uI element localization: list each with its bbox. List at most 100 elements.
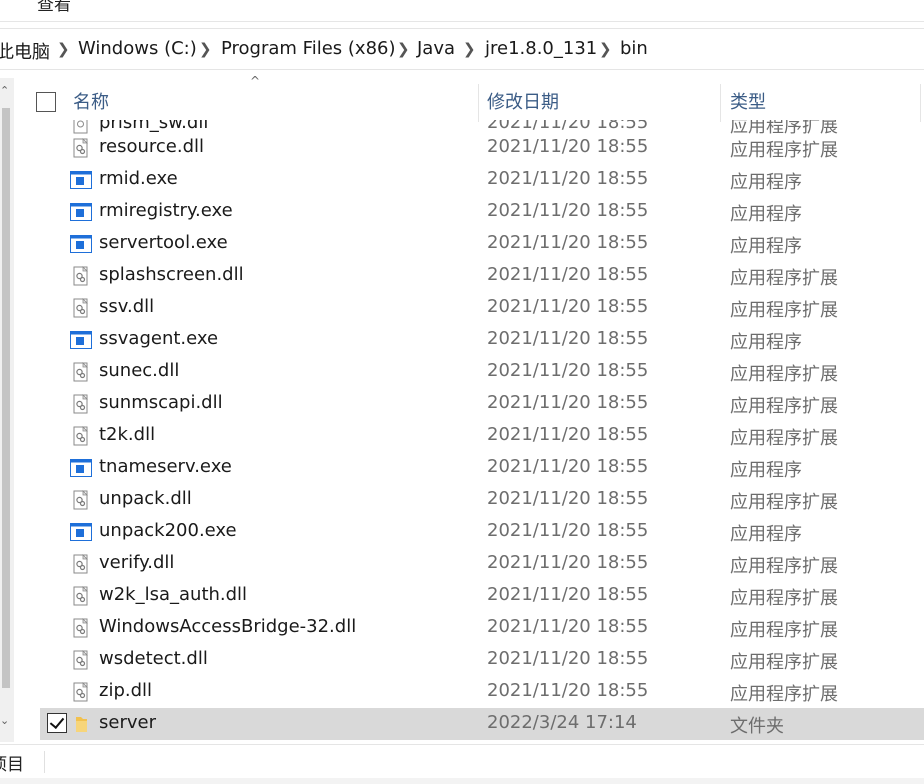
file-name: ssvagent.exe [99, 328, 219, 349]
breadcrumb-item-this-pc[interactable]: 此电脑 [0, 38, 50, 64]
file-type: 应用程序扩展 [730, 492, 838, 513]
list-item[interactable]: WindowsAccessBridge-32.dll 2021/11/20 18:… [40, 612, 924, 644]
file-list: prism_sw.dll 2021/11/20 18:55 应用程序扩展 res… [0, 120, 924, 744]
list-item[interactable]: resource.dll 2021/11/20 18:55 应用程序扩展 [40, 132, 924, 164]
dll-icon [73, 266, 88, 286]
list-item[interactable]: zip.dll 2021/11/20 18:55 应用程序扩展 [40, 676, 924, 708]
file-date: 2021/11/20 18:55 [487, 168, 649, 189]
ribbon: 查看 [0, 0, 924, 22]
list-item[interactable]: sunec.dll 2021/11/20 18:55 应用程序扩展 [40, 356, 924, 388]
file-name: servertool.exe [99, 232, 228, 253]
file-type: 应用程序扩展 [730, 300, 838, 321]
list-item[interactable]: unpack200.exe 2021/11/20 18:55 应用程序 [40, 516, 924, 548]
column-divider[interactable] [920, 84, 921, 122]
exe-icon [70, 523, 92, 541]
file-date: 2021/11/20 18:55 [487, 680, 649, 701]
file-name: splashscreen.dll [99, 264, 244, 285]
dll-icon [73, 554, 88, 574]
breadcrumb-item-java[interactable]: Java [417, 38, 455, 59]
file-type: 应用程序扩展 [730, 396, 838, 417]
file-date: 2021/11/20 18:55 [487, 296, 649, 317]
file-type: 应用程序扩展 [730, 556, 838, 577]
file-type: 应用程序 [730, 524, 802, 545]
file-type: 应用程序 [730, 172, 802, 193]
file-type: 应用程序 [730, 236, 802, 257]
chevron-right-icon[interactable]: ❯ [463, 40, 476, 58]
exe-icon [70, 235, 92, 253]
column-header-name[interactable]: 名称 [73, 88, 109, 114]
file-type: 应用程序扩展 [730, 588, 838, 609]
file-date: 2021/11/20 18:55 [487, 520, 649, 541]
dll-icon [73, 650, 88, 670]
exe-icon [70, 203, 92, 221]
file-name: sunec.dll [99, 360, 180, 381]
file-date: 2021/11/20 18:55 [487, 424, 649, 445]
list-item[interactable]: server 2022/3/24 17:14 文件夹 [40, 708, 924, 740]
file-name: ssv.dll [99, 296, 155, 317]
column-header-date[interactable]: 修改日期 [487, 88, 559, 114]
list-item[interactable]: verify.dll 2021/11/20 18:55 应用程序扩展 [40, 548, 924, 580]
list-item[interactable]: ssv.dll 2021/11/20 18:55 应用程序扩展 [40, 292, 924, 324]
breadcrumb-item-drive-c[interactable]: Windows (C:) [78, 38, 197, 59]
list-item[interactable]: servertool.exe 2021/11/20 18:55 应用程序 [40, 228, 924, 260]
dll-icon [73, 138, 88, 158]
file-name: wsdetect.dll [99, 648, 208, 669]
select-all-checkbox[interactable] [36, 92, 56, 112]
file-date: 2021/11/20 18:55 [487, 136, 649, 157]
row-checkbox[interactable] [47, 713, 67, 733]
chevron-right-icon[interactable]: ❯ [199, 40, 212, 58]
dll-icon [73, 298, 88, 318]
list-item[interactable]: rmiregistry.exe 2021/11/20 18:55 应用程序 [40, 196, 924, 228]
status-bar: 项目 [0, 744, 924, 778]
file-name: unpack.dll [99, 488, 192, 509]
list-item[interactable]: ssvagent.exe 2021/11/20 18:55 应用程序 [40, 324, 924, 356]
list-item[interactable]: rmid.exe 2021/11/20 18:55 应用程序 [40, 164, 924, 196]
column-divider[interactable] [720, 84, 721, 122]
sort-ascending-icon: ^ [250, 74, 261, 88]
breadcrumb-item-program-files[interactable]: Program Files (x86) [221, 38, 396, 59]
chevron-right-icon[interactable]: ❯ [397, 40, 410, 58]
file-date: 2021/11/20 18:55 [487, 200, 649, 221]
file-type: 应用程序 [730, 460, 802, 481]
file-type: 文件夹 [730, 716, 784, 737]
list-item[interactable]: tnameserv.exe 2021/11/20 18:55 应用程序 [40, 452, 924, 484]
list-item[interactable]: sunmscapi.dll 2021/11/20 18:55 应用程序扩展 [40, 388, 924, 420]
breadcrumb-item-bin[interactable]: bin [620, 38, 648, 59]
column-header: ^ 名称 修改日期 类型 [14, 74, 924, 122]
file-date: 2021/11/20 18:55 [487, 648, 649, 669]
file-name: tnameserv.exe [99, 456, 232, 477]
ribbon-tab-view[interactable]: 查看 [37, 0, 71, 15]
file-name: verify.dll [99, 552, 175, 573]
folder-icon [76, 717, 87, 732]
column-divider[interactable] [478, 84, 479, 122]
file-type: 应用程序扩展 [730, 620, 838, 641]
dll-icon [73, 426, 88, 446]
file-name: WindowsAccessBridge-32.dll [99, 616, 357, 637]
chevron-right-icon[interactable]: ❯ [57, 40, 70, 58]
file-date: 2021/11/20 18:55 [487, 456, 649, 477]
file-name: rmiregistry.exe [99, 200, 233, 221]
file-date: 2021/11/20 18:55 [487, 392, 649, 413]
file-date: 2021/11/20 18:55 [487, 264, 649, 285]
file-type: 应用程序扩展 [730, 140, 838, 161]
file-name: rmid.exe [99, 168, 178, 189]
file-date: 2022/3/24 17:14 [487, 712, 637, 733]
breadcrumb[interactable]: 此电脑 ❯ Windows (C:) ❯ Program Files (x86)… [0, 28, 924, 70]
list-item[interactable]: t2k.dll 2021/11/20 18:55 应用程序扩展 [40, 420, 924, 452]
dll-icon [73, 586, 88, 606]
file-date: 2021/11/20 18:55 [487, 328, 649, 349]
column-header-type[interactable]: 类型 [730, 88, 766, 114]
file-type: 应用程序扩展 [730, 364, 838, 385]
list-item[interactable]: wsdetect.dll 2021/11/20 18:55 应用程序扩展 [40, 644, 924, 676]
file-type: 应用程序扩展 [730, 684, 838, 705]
file-name: sunmscapi.dll [99, 392, 223, 413]
breadcrumb-item-jre[interactable]: jre1.8.0_131 [485, 38, 597, 59]
file-date: 2021/11/20 18:55 [487, 232, 649, 253]
scroll-up-icon[interactable]: ⌃ [0, 84, 9, 97]
file-name: zip.dll [99, 680, 153, 701]
list-item[interactable]: w2k_lsa_auth.dll 2021/11/20 18:55 应用程序扩展 [40, 580, 924, 612]
list-item[interactable]: splashscreen.dll 2021/11/20 18:55 应用程序扩展 [40, 260, 924, 292]
chevron-right-icon[interactable]: ❯ [599, 40, 612, 58]
file-type: 应用程序扩展 [730, 652, 838, 673]
list-item[interactable]: unpack.dll 2021/11/20 18:55 应用程序扩展 [40, 484, 924, 516]
